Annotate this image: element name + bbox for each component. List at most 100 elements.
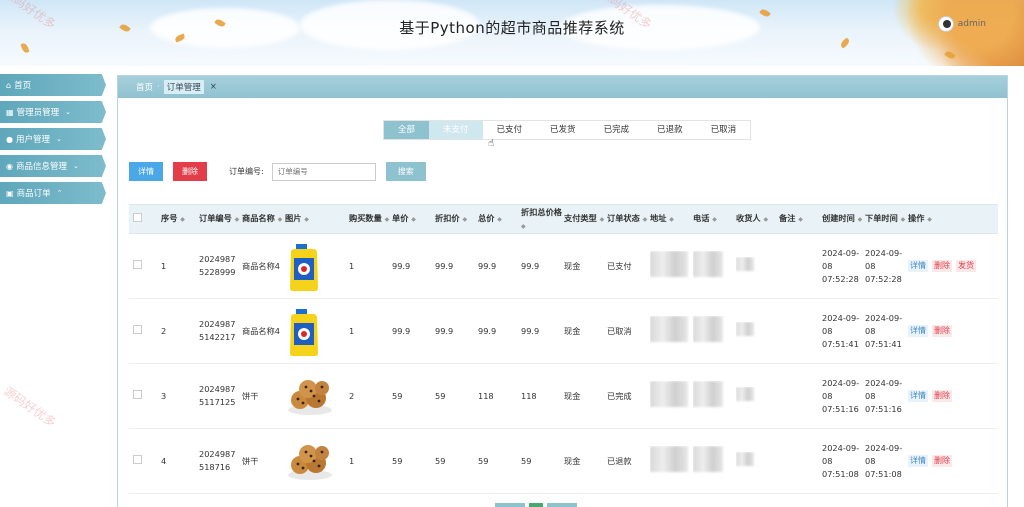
row-discount-total: 59 bbox=[521, 455, 532, 466]
username: admin bbox=[957, 19, 986, 29]
table-row[interactable]: 2 20249875142217 商品名称4 1 99.9 99.9 99.9 … bbox=[129, 299, 998, 364]
watermark: 源码好优多 bbox=[1, 383, 59, 430]
sidebar-item-products[interactable]: ◉ 商品信息管理 ⌄ bbox=[0, 155, 106, 177]
close-icon[interactable]: × bbox=[210, 82, 217, 92]
sidebar-item-orders[interactable]: ▣ 商品订单 ⌃ bbox=[0, 182, 106, 204]
col-header[interactable]: 下单时间 ◆ bbox=[865, 212, 908, 226]
sort-icon: ◆ bbox=[411, 216, 416, 223]
col-header[interactable]: 订单状态 ◆ bbox=[607, 212, 650, 226]
col-header[interactable]: 订单编号 ◆ bbox=[199, 212, 242, 226]
pagination[interactable] bbox=[495, 503, 577, 507]
row-price: 59 bbox=[392, 455, 403, 466]
row-checkbox[interactable] bbox=[133, 259, 142, 269]
tab-all[interactable]: 全部 bbox=[384, 121, 430, 139]
sort-icon: ◆ bbox=[462, 216, 468, 223]
row-detail-button[interactable]: 详情 bbox=[908, 260, 928, 272]
sidebar-item-admin[interactable]: ▦ 管理员管理 ⌄ bbox=[0, 101, 106, 123]
tab-cancelled[interactable]: 已取消 bbox=[696, 121, 751, 139]
sidebar-item-users[interactable]: ● 用户管理 ⌄ bbox=[0, 128, 106, 150]
col-header[interactable]: 购买数量 ◆ bbox=[349, 212, 392, 226]
tab-label: 未支付 bbox=[443, 125, 469, 135]
row-order-no: 20249875142217 bbox=[199, 319, 236, 342]
row-detail-button[interactable]: 详情 bbox=[908, 325, 928, 337]
row-discount-total: 99.9 bbox=[521, 260, 540, 271]
tab-paid[interactable]: 已支付 bbox=[482, 121, 537, 139]
tab-shipped[interactable]: 已发货 bbox=[536, 121, 590, 139]
breadcrumb-current[interactable]: 订单管理 bbox=[163, 80, 204, 94]
col-header[interactable]: 折扣价 ◆ bbox=[435, 212, 478, 226]
row-delete-button[interactable]: 删除 bbox=[932, 325, 952, 337]
select-all-checkbox[interactable] bbox=[133, 212, 142, 222]
tab-completed[interactable]: 已完成 bbox=[589, 121, 644, 139]
row-created: 2024-09-08 07:52:28 bbox=[822, 247, 860, 284]
col-header[interactable]: 序号 ◆ bbox=[161, 212, 199, 226]
cookies-icon bbox=[288, 445, 332, 480]
col-header[interactable]: 创建时间 ◆ bbox=[822, 212, 865, 226]
row-no: 2 bbox=[161, 325, 167, 336]
col-header[interactable]: 总价 ◆ bbox=[478, 212, 521, 226]
sort-icon: ◆ bbox=[669, 216, 674, 223]
detail-button[interactable]: 详情 bbox=[129, 162, 163, 181]
sidebar-item-label: 管理员管理 bbox=[16, 108, 60, 118]
breadcrumb-separator: · bbox=[157, 82, 160, 92]
row-discount-total: 99.9 bbox=[521, 325, 540, 336]
sort-icon: ◆ bbox=[599, 216, 605, 223]
col-header[interactable]: 支付类型 ◆ bbox=[564, 212, 607, 226]
row-discount: 59 bbox=[435, 390, 446, 401]
delete-button[interactable]: 删除 bbox=[173, 162, 207, 181]
table-row[interactable]: 3 20249875117125 饼干 2 59 59 118 118 现金 已… bbox=[129, 364, 998, 429]
sidebar: ⌂ 首页 ▦ 管理员管理 ⌄ ● 用户管理 ⌄ ◉ 商品信息管理 ⌄ ▣ 商品订… bbox=[0, 74, 110, 209]
col-header[interactable]: 备注 ◆ bbox=[779, 212, 822, 226]
circle-icon: ◉ bbox=[6, 161, 13, 171]
col-header[interactable]: 地址 ◆ bbox=[650, 212, 693, 226]
sort-icon: ◆ bbox=[900, 216, 906, 223]
redacted-address bbox=[650, 251, 688, 277]
chevron-up-icon: ⌃ bbox=[56, 189, 63, 197]
sidebar-item-home[interactable]: ⌂ 首页 bbox=[0, 74, 106, 96]
row-ordered: 2024-09-08 07:51:41 bbox=[865, 312, 903, 349]
row-ordered: 2024-09-08 07:51:16 bbox=[865, 377, 903, 414]
row-checkbox[interactable] bbox=[133, 454, 142, 464]
sort-icon: ◆ bbox=[277, 216, 283, 223]
col-header[interactable]: 商品名称 ◆ bbox=[242, 212, 285, 226]
row-checkbox[interactable] bbox=[133, 324, 142, 334]
col-header[interactable]: 单价 ◆ bbox=[392, 212, 435, 226]
order-no-label: 订单编号: bbox=[229, 167, 264, 176]
chevron-down-icon: ⌄ bbox=[65, 108, 71, 116]
table-row[interactable]: 4 2024987518716 饼干 1 59 59 59 59 现金 已退款 … bbox=[129, 429, 998, 494]
row-no: 1 bbox=[161, 260, 167, 271]
row-total: 118 bbox=[478, 390, 494, 401]
row-created: 2024-09-08 07:51:08 bbox=[822, 442, 860, 479]
row-status: 已取消 bbox=[607, 325, 632, 336]
row-product-name: 商品名称4 bbox=[242, 260, 280, 271]
row-delete-button[interactable]: 删除 bbox=[932, 260, 952, 272]
redacted-phone bbox=[693, 251, 723, 277]
row-ship-button[interactable]: 发货 bbox=[956, 260, 976, 272]
row-created: 2024-09-08 07:51:41 bbox=[822, 312, 860, 349]
user-menu[interactable]: admin bbox=[937, 16, 986, 32]
tab-unpaid[interactable]: 未支付 ☝ bbox=[429, 121, 494, 149]
row-delete-button[interactable]: 删除 bbox=[932, 455, 952, 467]
row-total: 99.9 bbox=[478, 260, 497, 271]
breadcrumb-home[interactable]: 首页 bbox=[136, 81, 153, 93]
col-header[interactable]: 折扣总价格 ◆ bbox=[521, 206, 564, 233]
row-pay-type: 现金 bbox=[564, 325, 581, 336]
order-no-input[interactable] bbox=[271, 162, 376, 181]
row-detail-button[interactable]: 详情 bbox=[908, 390, 928, 402]
redacted-phone bbox=[693, 381, 723, 407]
row-checkbox[interactable] bbox=[133, 389, 142, 399]
status-tabs: 全部 未支付 ☝ 已支付 已发货 已完成 已退款 已取消 bbox=[383, 120, 752, 149]
row-delete-button[interactable]: 删除 bbox=[932, 390, 952, 402]
table-row[interactable]: 1 20249875228999 商品名称4 1 99.9 99.9 99.9 … bbox=[129, 234, 998, 299]
tab-refunded[interactable]: 已退款 bbox=[643, 121, 697, 139]
row-discount: 99.9 bbox=[435, 260, 454, 271]
col-header[interactable]: 电话 ◆ bbox=[693, 212, 736, 226]
col-header[interactable]: 图片 ◆ bbox=[285, 212, 349, 226]
row-ordered: 2024-09-08 07:52:28 bbox=[865, 247, 903, 284]
row-detail-button[interactable]: 详情 bbox=[908, 455, 928, 467]
col-header: 操作 ◆ bbox=[908, 213, 932, 223]
search-button[interactable]: 搜索 bbox=[385, 162, 426, 181]
store-icon: ▣ bbox=[6, 188, 14, 198]
home-icon: ⌂ bbox=[6, 80, 12, 90]
col-header[interactable]: 收货人 ◆ bbox=[736, 212, 779, 226]
